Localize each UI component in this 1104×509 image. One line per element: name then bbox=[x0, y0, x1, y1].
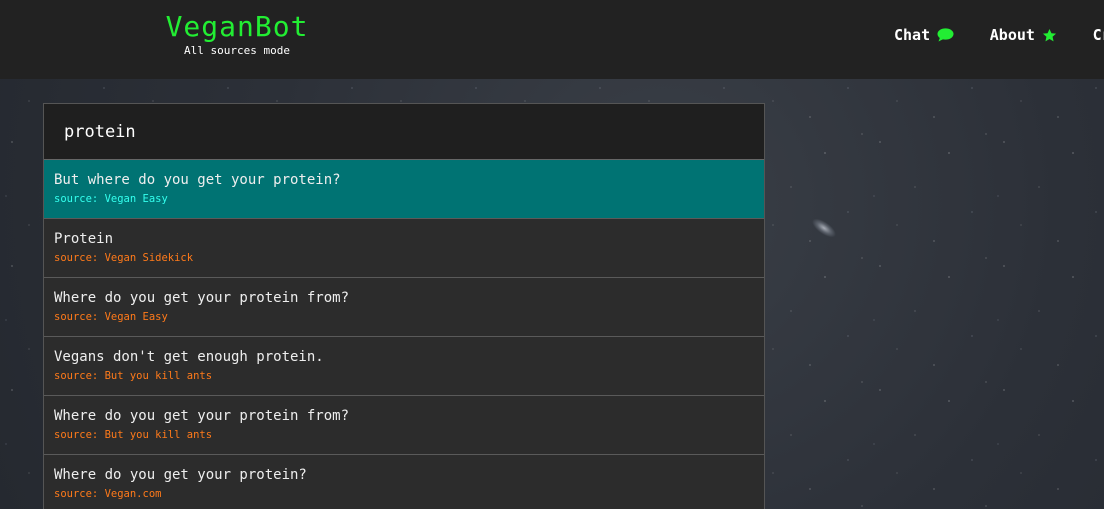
list-item[interactable]: Where do you get your protein from? sour… bbox=[44, 278, 764, 337]
list-item[interactable]: Protein source: Vegan Sidekick bbox=[44, 219, 764, 278]
result-question: But where do you get your protein? bbox=[54, 172, 341, 188]
speech-bubble-icon bbox=[937, 28, 954, 42]
brand-subtitle: All sources mode bbox=[184, 44, 290, 57]
background-galaxy bbox=[809, 215, 839, 241]
list-item[interactable]: Where do you get your protein from? sour… bbox=[44, 396, 764, 455]
result-source: source: Vegan.com bbox=[54, 488, 162, 500]
list-item[interactable]: Where do you get your protein? source: V… bbox=[44, 455, 764, 509]
star-icon bbox=[1042, 28, 1057, 43]
brand-title[interactable]: VeganBot bbox=[164, 10, 310, 44]
result-question: Vegans don't get enough protein. bbox=[54, 349, 324, 365]
navbar: VeganBot All sources mode Chat About Cr bbox=[0, 0, 1104, 79]
list-item[interactable]: Vegans don't get enough protein. source:… bbox=[44, 337, 764, 396]
search-panel: But where do you get your protein? sourc… bbox=[43, 103, 765, 509]
result-source: source: Vegan Sidekick bbox=[54, 252, 194, 264]
nav-link-cr-label: Cr bbox=[1092, 26, 1104, 44]
result-question: Protein bbox=[54, 231, 114, 247]
nav-links: Chat About Cr bbox=[894, 25, 1104, 47]
result-question: Where do you get your protein? bbox=[54, 467, 307, 483]
nav-link-chat-label: Chat bbox=[894, 26, 931, 44]
result-question: Where do you get your protein from? bbox=[54, 408, 350, 424]
nav-link-about-label: About bbox=[989, 26, 1035, 44]
results-list: But where do you get your protein? sourc… bbox=[44, 160, 764, 509]
nav-link-chat[interactable]: Chat bbox=[894, 26, 954, 44]
search-input[interactable] bbox=[44, 104, 764, 160]
nav-link-about[interactable]: About bbox=[990, 26, 1057, 44]
nav-link-cr[interactable]: Cr bbox=[1093, 26, 1104, 44]
brand[interactable]: VeganBot All sources mode bbox=[164, 10, 310, 58]
result-source: source: But you kill ants bbox=[54, 370, 213, 382]
list-item[interactable]: But where do you get your protein? sourc… bbox=[44, 160, 764, 219]
result-source: source: But you kill ants bbox=[54, 429, 213, 441]
result-question: Where do you get your protein from? bbox=[54, 290, 350, 306]
result-source: source: Vegan Easy bbox=[54, 311, 168, 323]
result-source: source: Vegan Easy bbox=[54, 193, 168, 205]
